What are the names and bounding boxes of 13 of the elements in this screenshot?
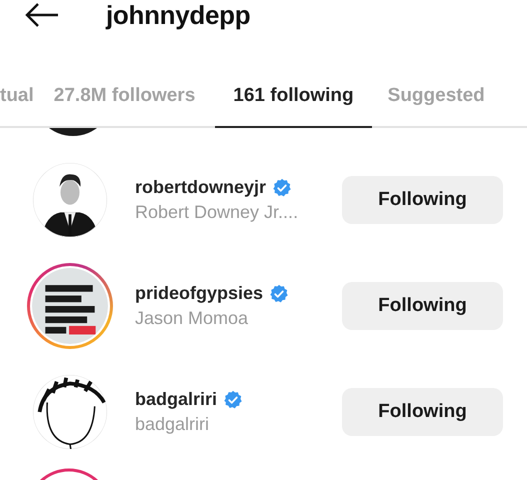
following-button[interactable]: Following [342, 388, 503, 436]
full-name: Robert Downey Jr.... [135, 202, 300, 223]
back-button[interactable] [24, 2, 60, 28]
username[interactable]: prideofgypsies [135, 283, 264, 304]
back-arrow-icon [24, 2, 60, 28]
full-name: badgalriri [135, 414, 210, 435]
following-button[interactable]: Following [342, 176, 503, 224]
full-name: Jason Momoa [135, 308, 250, 329]
username[interactable]: robertdowneyjr [135, 177, 266, 198]
username[interactable]: badgalriri [135, 389, 218, 410]
tab[interactable]: 161 following [215, 57, 372, 128]
following-button[interactable]: Following [342, 282, 503, 330]
profile-title: johnnydepp [106, 0, 250, 30]
